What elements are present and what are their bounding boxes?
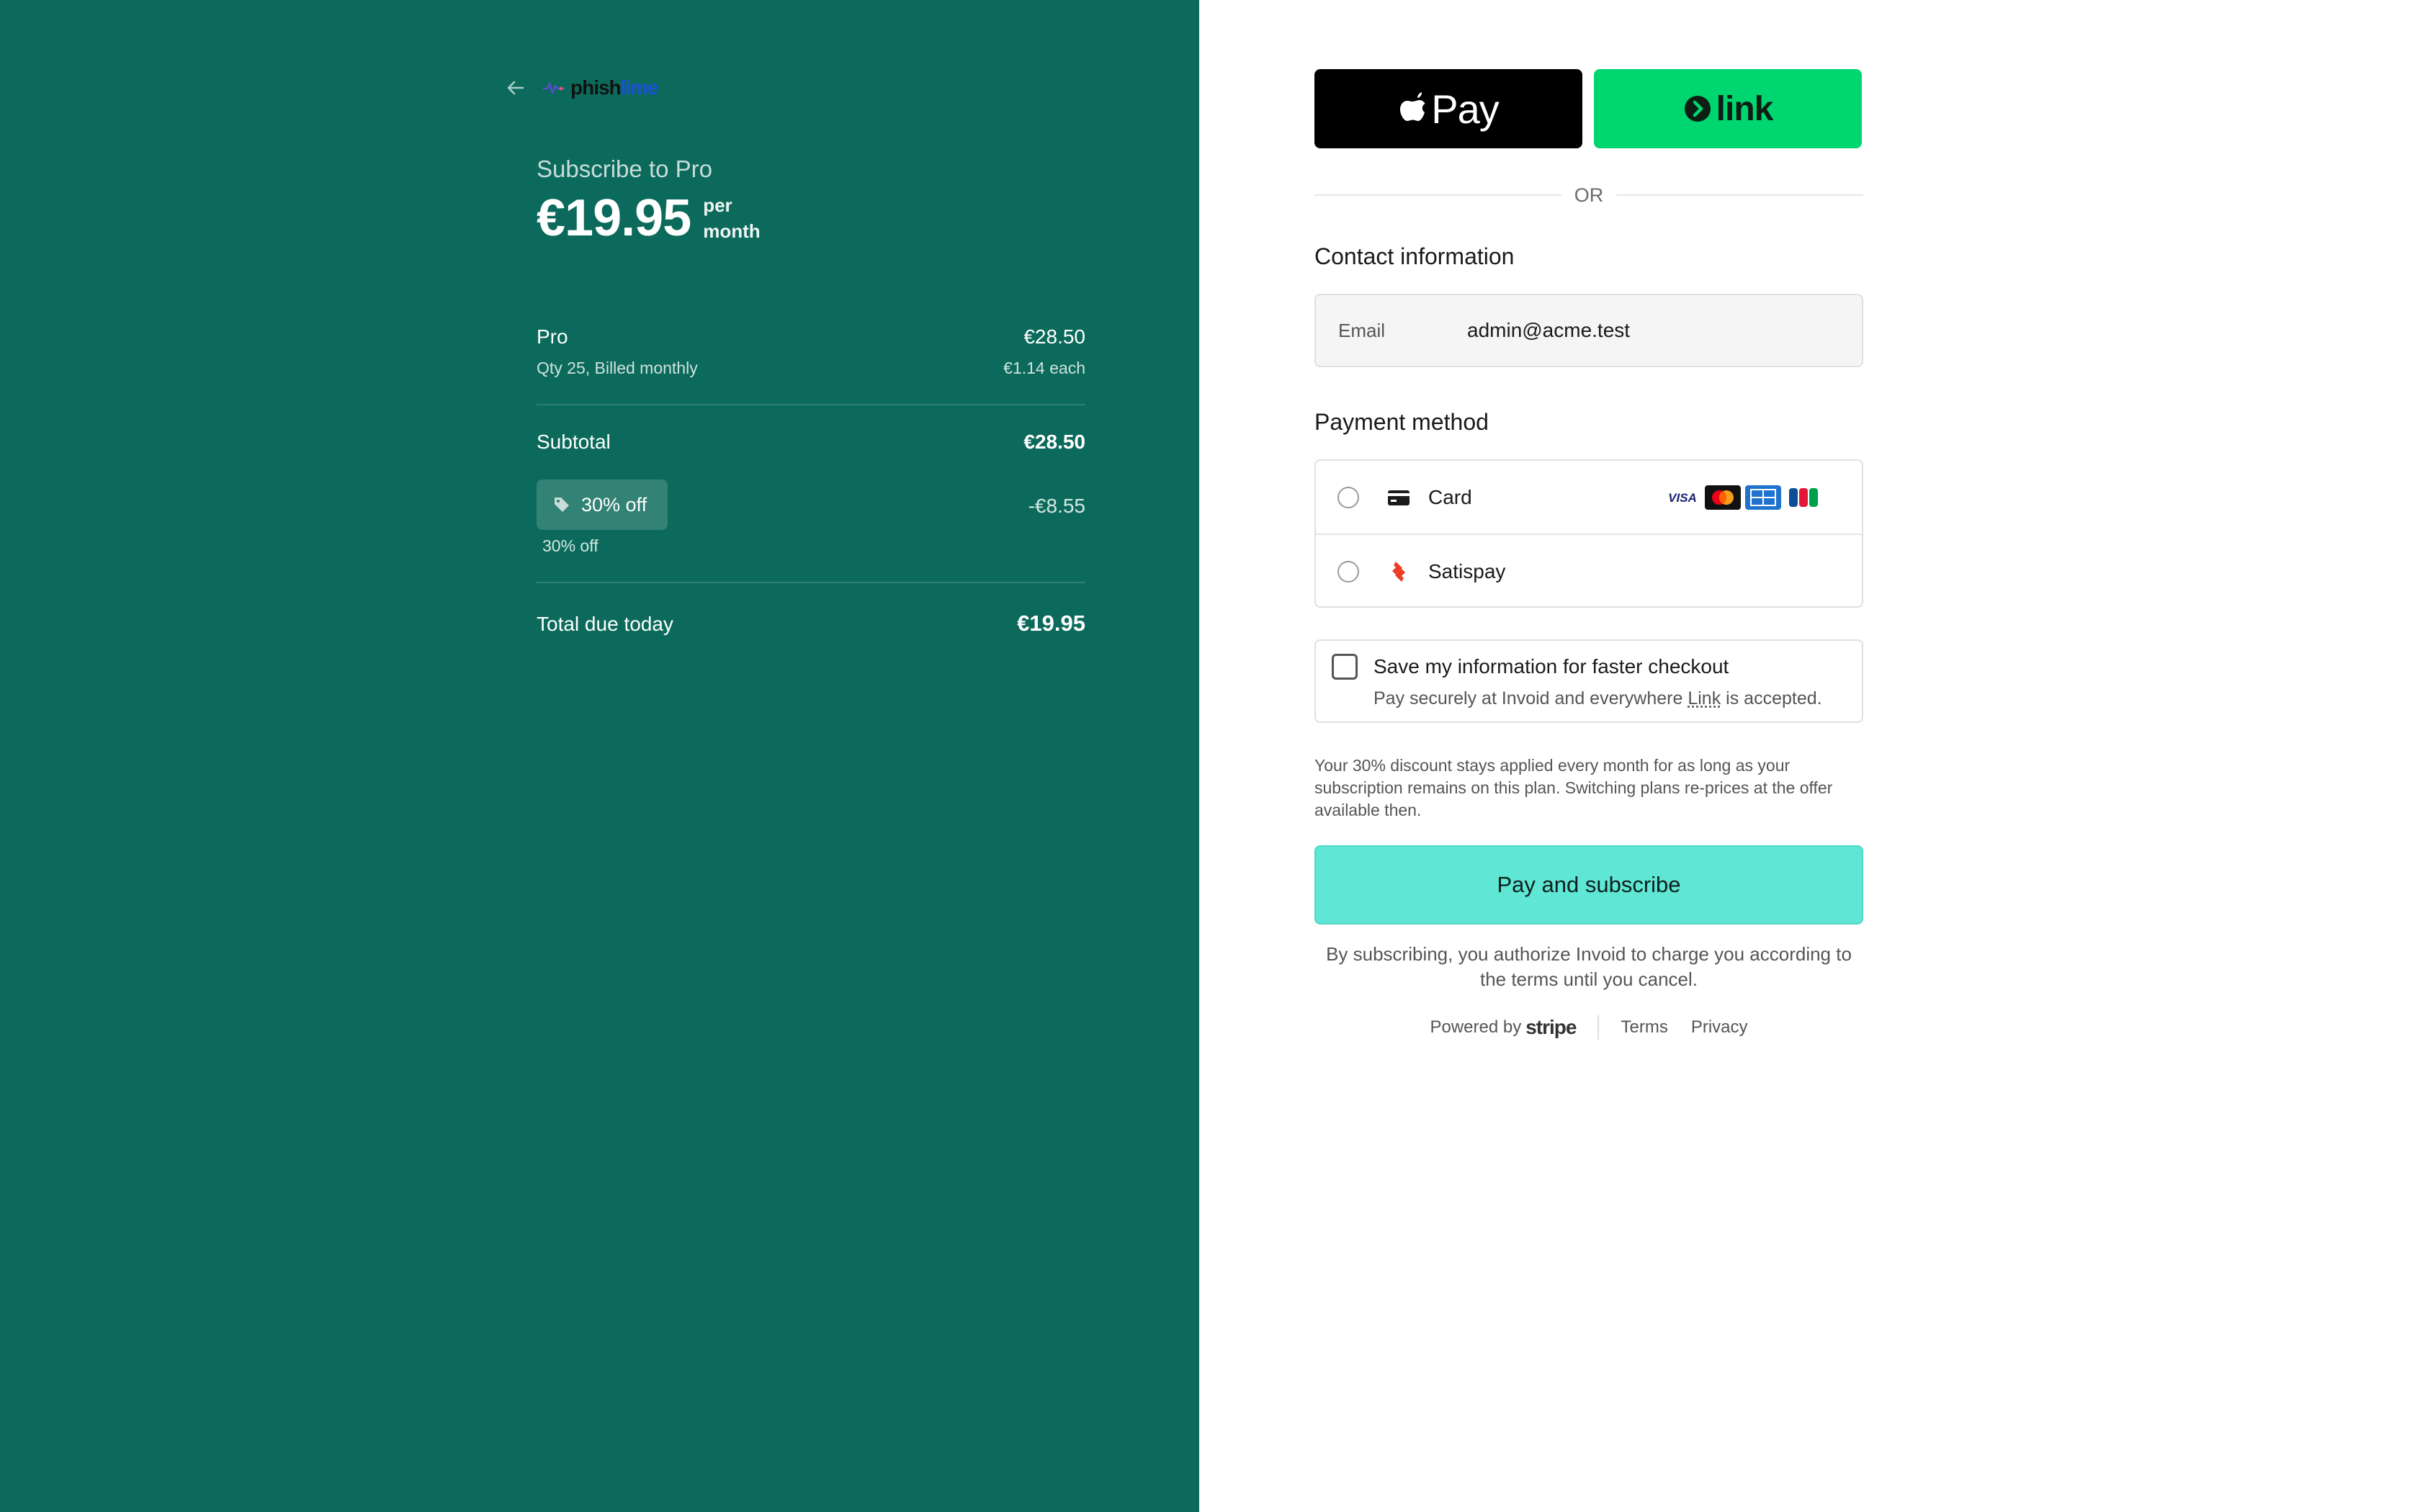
link-info-link[interactable]: Link bbox=[1688, 688, 1721, 708]
link-arrow-icon bbox=[1684, 96, 1711, 122]
email-value[interactable]: admin@acme.test bbox=[1467, 319, 1630, 342]
link-pay-button[interactable]: link bbox=[1594, 69, 1862, 148]
mastercard-icon bbox=[1705, 485, 1741, 510]
subscribe-title: Subscribe to Pro bbox=[537, 156, 712, 182]
email-label: Email bbox=[1338, 319, 1386, 341]
apple-icon bbox=[1400, 92, 1425, 121]
subtotal-row: Subtotal €28.50 bbox=[537, 431, 1085, 454]
payment-method-list: Card VISA Satispay bbox=[1314, 459, 1863, 608]
jcb-icon bbox=[1785, 485, 1821, 510]
summary-divider bbox=[537, 404, 1085, 405]
terms-link[interactable]: Terms bbox=[1621, 1017, 1667, 1038]
subtotal-label: Subtotal bbox=[537, 431, 611, 453]
apple-pay-button[interactable]: Pay bbox=[1314, 69, 1582, 148]
payment-panel: Pay link OR Contact information Email ad… bbox=[1199, 0, 2420, 1512]
powered-by-stripe[interactable]: Powered by stripe bbox=[1430, 1016, 1577, 1039]
line-item-name: Pro bbox=[537, 325, 568, 348]
payment-option-card[interactable]: Card VISA bbox=[1316, 461, 1862, 534]
line-item-meta: Qty 25, Billed monthly bbox=[537, 359, 698, 377]
price-amount: €19.95 bbox=[537, 189, 691, 247]
discount-disclaimer: Your 30% discount stays applied every mo… bbox=[1314, 756, 1833, 819]
checkout-page: phishlime Subscribe to Pro €19.95 per mo… bbox=[0, 0, 2420, 1512]
pay-and-subscribe-button[interactable]: Pay and subscribe bbox=[1314, 845, 1863, 924]
brand-row: phishlime bbox=[503, 75, 659, 101]
credit-card-icon bbox=[1388, 490, 1410, 505]
express-checkout-row: Pay link bbox=[1314, 69, 1862, 148]
card-radio[interactable] bbox=[1337, 486, 1359, 508]
payment-option-satispay[interactable]: Satispay bbox=[1316, 534, 1862, 606]
link-label: link bbox=[1716, 89, 1774, 128]
brand-logo[interactable]: phishlime bbox=[542, 76, 659, 99]
visa-icon: VISA bbox=[1664, 485, 1700, 510]
amex-icon bbox=[1745, 485, 1781, 510]
line-item-pro: Pro €28.50 Qty 25, Billed monthly €1.14 … bbox=[537, 325, 1085, 378]
apple-pay-label: Pay bbox=[1431, 86, 1499, 132]
or-divider: OR bbox=[1314, 183, 1863, 207]
contact-section-title: Contact information bbox=[1314, 243, 1515, 269]
footer: Powered by stripe Terms Privacy bbox=[1314, 1015, 1863, 1040]
footer-separator bbox=[1597, 1015, 1600, 1040]
privacy-link[interactable]: Privacy bbox=[1691, 1017, 1748, 1038]
total-label: Total due today bbox=[537, 613, 673, 635]
order-summary-panel: phishlime Subscribe to Pro €19.95 per mo… bbox=[0, 0, 1199, 1512]
stripe-logo: stripe bbox=[1525, 1016, 1577, 1038]
satispay-radio[interactable] bbox=[1337, 560, 1359, 582]
satispay-label: Satispay bbox=[1428, 559, 1506, 582]
subtotal-value: €28.50 bbox=[1023, 431, 1085, 453]
save-info-box: Save my information for faster checkout … bbox=[1314, 639, 1863, 723]
terms-authorization-text: By subscribing, you authorize Invoid to … bbox=[1326, 943, 1852, 990]
brand-name: phishlime bbox=[570, 76, 659, 99]
card-label: Card bbox=[1428, 485, 1472, 508]
satispay-icon bbox=[1392, 561, 1405, 582]
total-value: €19.95 bbox=[1017, 611, 1085, 636]
phishlime-logo-icon bbox=[543, 82, 565, 94]
or-text: OR bbox=[1574, 184, 1604, 206]
save-info-checkbox[interactable] bbox=[1332, 654, 1358, 680]
save-info-description: Pay securely at Invoid and everywhere Li… bbox=[1373, 688, 1822, 708]
discount-badge[interactable]: 30% off bbox=[537, 480, 668, 530]
payment-section-title: Payment method bbox=[1314, 409, 1489, 435]
summary-divider bbox=[537, 582, 1085, 583]
tag-icon bbox=[555, 498, 569, 512]
line-item-unit-price: €1.14 each bbox=[1003, 359, 1085, 377]
discount-amount: -€8.55 bbox=[1028, 495, 1085, 517]
save-info-title: Save my information for faster checkout bbox=[1373, 655, 1729, 678]
price-period: per month bbox=[703, 194, 761, 242]
price-row: €19.95 per month bbox=[537, 189, 768, 248]
line-item-price: €28.50 bbox=[1023, 325, 1085, 348]
svg-text:VISA: VISA bbox=[1668, 491, 1697, 505]
total-row: Total due today €19.95 bbox=[537, 611, 1085, 636]
discount-note: 30% off bbox=[542, 536, 599, 555]
discount-badge-label: 30% off bbox=[581, 493, 647, 516]
card-brand-logos: VISA bbox=[1664, 485, 1821, 510]
back-arrow-icon[interactable] bbox=[503, 75, 529, 101]
email-field[interactable]: Email admin@acme.test bbox=[1314, 294, 1863, 367]
